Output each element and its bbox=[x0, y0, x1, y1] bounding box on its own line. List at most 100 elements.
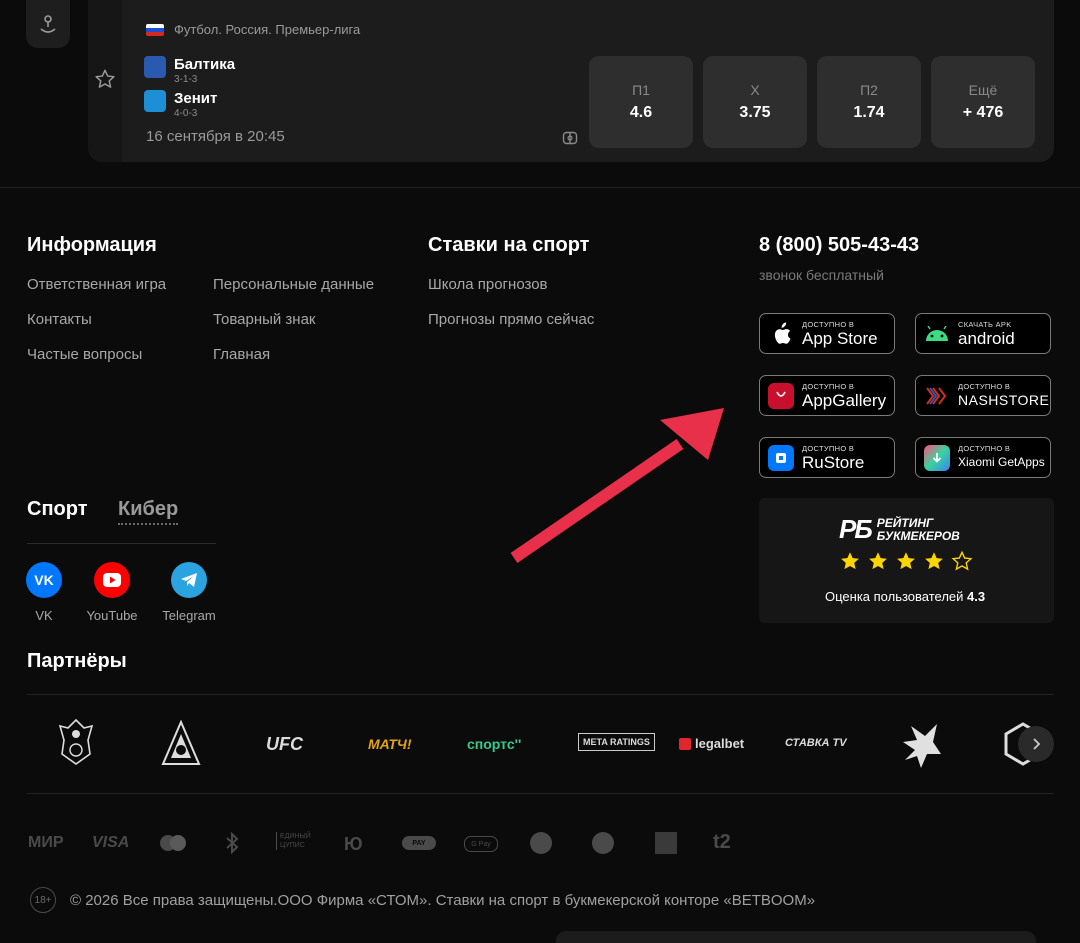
rating-logo-line2: БУКМЕКЕРОВ bbox=[876, 528, 960, 543]
league-name: Футбол. Россия. Премьер-лига bbox=[174, 22, 361, 37]
partner-team-spirit[interactable] bbox=[896, 720, 944, 772]
payment-cupis-icon: ЕДИНЫЙ ЦУПИС bbox=[276, 832, 314, 850]
match-datetime: 16 сентября в 20:45 bbox=[146, 128, 285, 145]
payment-pay-icon: PAY bbox=[402, 836, 436, 850]
partners-heading: Партнёры bbox=[27, 650, 127, 672]
field-stats-icon[interactable] bbox=[562, 130, 578, 151]
rustore-button[interactable]: ДОСТУПНО В RuStore bbox=[759, 437, 895, 478]
payment-t2-icon: t2 bbox=[713, 831, 731, 853]
partner-ufc[interactable]: UFC bbox=[266, 734, 303, 755]
partner-meta-ratings[interactable]: META RATINGS bbox=[578, 733, 655, 751]
baltika-logo-icon bbox=[144, 56, 166, 78]
link-faq[interactable]: Частые вопросы bbox=[27, 346, 142, 363]
odd-button-p1[interactable]: П1 4.6 bbox=[589, 56, 693, 148]
russia-flag-icon bbox=[146, 23, 164, 36]
partner-legalbet-label: legalbet bbox=[695, 736, 745, 751]
payment-mts-icon bbox=[655, 832, 677, 854]
android-apk-button[interactable]: СКАЧАТЬ APK android bbox=[915, 313, 1051, 354]
payment-sbp-icon bbox=[530, 832, 552, 854]
telegram-icon bbox=[171, 562, 207, 598]
store-name: RuStore bbox=[802, 452, 865, 472]
age-restriction-badge: 18+ bbox=[30, 887, 56, 913]
team-away-record: 4-0-3 bbox=[174, 108, 198, 119]
social-vk[interactable]: VK VK bbox=[24, 562, 64, 623]
appgallery-button[interactable]: ДОСТУПНО В AppGallery bbox=[759, 375, 895, 416]
app-store-button[interactable]: ДОСТУПНО В App Store bbox=[759, 313, 895, 354]
partner-sports[interactable]: спортс'' bbox=[467, 736, 521, 752]
partner-lokomotiv[interactable] bbox=[160, 719, 202, 768]
vk-icon: VK bbox=[26, 562, 62, 598]
bottom-panel-edge bbox=[556, 931, 1036, 943]
star-filled-icon bbox=[869, 552, 887, 570]
odd-value: 4.6 bbox=[629, 104, 653, 121]
link-personal-data[interactable]: Персональные данные bbox=[213, 276, 374, 293]
odd-label: Ещё bbox=[968, 82, 998, 98]
rating-logo-line1: РЕЙТИНГ bbox=[876, 515, 934, 530]
info-heading: Информация bbox=[27, 234, 157, 256]
phone-number[interactable]: 8 (800) 505-43-43 bbox=[759, 234, 919, 257]
huawei-icon bbox=[768, 382, 794, 409]
social-name: VK bbox=[35, 608, 53, 623]
partner-match-tv[interactable]: МАТЧ! bbox=[368, 736, 411, 752]
league-row: Футбол. Россия. Премьер-лига bbox=[146, 22, 360, 37]
star-filled-icon bbox=[841, 552, 859, 570]
partner-rfs[interactable] bbox=[54, 718, 98, 770]
android-icon bbox=[924, 321, 950, 347]
social-telegram[interactable]: Telegram bbox=[160, 562, 218, 623]
bets-heading: Ставки на спорт bbox=[428, 234, 590, 256]
more-markets-button[interactable]: Ещё + 476 bbox=[931, 56, 1035, 148]
chevron-right-icon bbox=[1033, 738, 1041, 750]
partner-stavka-tv[interactable]: СТАВКА TV bbox=[785, 737, 847, 749]
link-responsible-gaming[interactable]: Ответственная игра bbox=[27, 276, 166, 293]
link-contacts[interactable]: Контакты bbox=[27, 311, 92, 328]
tab-cyber[interactable]: Кибер bbox=[118, 498, 179, 525]
partners-divider-top bbox=[27, 694, 1054, 695]
esports-icon bbox=[40, 15, 56, 33]
store-name: NASHSTORE bbox=[958, 391, 1050, 408]
rating-text: Оценка пользователей 4.3 bbox=[825, 589, 985, 604]
favorite-star-icon[interactable] bbox=[94, 68, 116, 95]
team-away-name: Зенит bbox=[174, 90, 218, 107]
social-youtube[interactable]: YouTube bbox=[86, 562, 138, 623]
team-home: Балтика 3-1-3 bbox=[144, 56, 235, 86]
rating-logo-mark: РБ bbox=[839, 514, 873, 544]
tabs-divider bbox=[27, 543, 216, 544]
tab-sport[interactable]: Спорт bbox=[27, 498, 88, 521]
phone-note: звонок бесплатный bbox=[759, 267, 884, 283]
social-name: YouTube bbox=[86, 608, 138, 623]
legalbet-icon bbox=[679, 737, 691, 750]
zenit-logo-icon bbox=[144, 90, 166, 112]
store-name: Xiaomi GetApps bbox=[958, 454, 1045, 469]
partners-next-button[interactable] bbox=[1018, 726, 1054, 762]
sport-icon-tab[interactable] bbox=[26, 0, 70, 48]
odd-value: 3.75 bbox=[739, 104, 771, 121]
star-empty-icon bbox=[951, 550, 973, 571]
section-divider bbox=[0, 187, 1080, 188]
link-home[interactable]: Главная bbox=[213, 346, 270, 363]
link-live-forecasts[interactable]: Прогнозы прямо сейчас bbox=[428, 311, 594, 328]
payment-bank-icon bbox=[592, 832, 614, 854]
odd-button-p2[interactable]: П2 1.74 bbox=[817, 56, 921, 148]
social-name: Telegram bbox=[162, 608, 216, 623]
xiaomi-getapps-button[interactable]: ДОСТУПНО В Xiaomi GetApps bbox=[915, 437, 1051, 478]
annotation-arrow-icon bbox=[510, 408, 724, 563]
link-trademark[interactable]: Товарный знак bbox=[213, 311, 316, 328]
store-small: ДОСТУПНО В bbox=[958, 443, 1011, 453]
odd-button-x[interactable]: X 3.75 bbox=[703, 56, 807, 148]
store-small: ДОСТУПНО В bbox=[802, 381, 855, 391]
payment-mastercard-icon bbox=[158, 834, 188, 857]
partner-legalbet[interactable]: legalbet bbox=[679, 736, 744, 751]
odd-label: X bbox=[750, 82, 760, 98]
odd-label: П2 bbox=[860, 82, 878, 98]
bookmaker-rating-box[interactable]: РБ РЕЙТИНГ БУКМЕКЕРОВ Оценка пользовател… bbox=[759, 498, 1054, 623]
store-name: AppGallery bbox=[802, 390, 887, 410]
team-away: Зенит 4-0-3 bbox=[144, 90, 217, 120]
rating-score: 4.3 bbox=[967, 589, 986, 604]
partners-divider-bottom bbox=[27, 793, 1054, 794]
rustore-icon bbox=[768, 444, 794, 471]
link-forecast-school[interactable]: Школа прогнозов bbox=[428, 276, 548, 293]
odd-label: П1 bbox=[632, 82, 650, 98]
nashstore-button[interactable]: ДОСТУПНО В NASHSTORE bbox=[915, 375, 1051, 416]
payment-bluetooth-icon bbox=[224, 831, 240, 859]
rating-logo: РБ РЕЙТИНГ БУКМЕКЕРОВ bbox=[839, 514, 960, 545]
